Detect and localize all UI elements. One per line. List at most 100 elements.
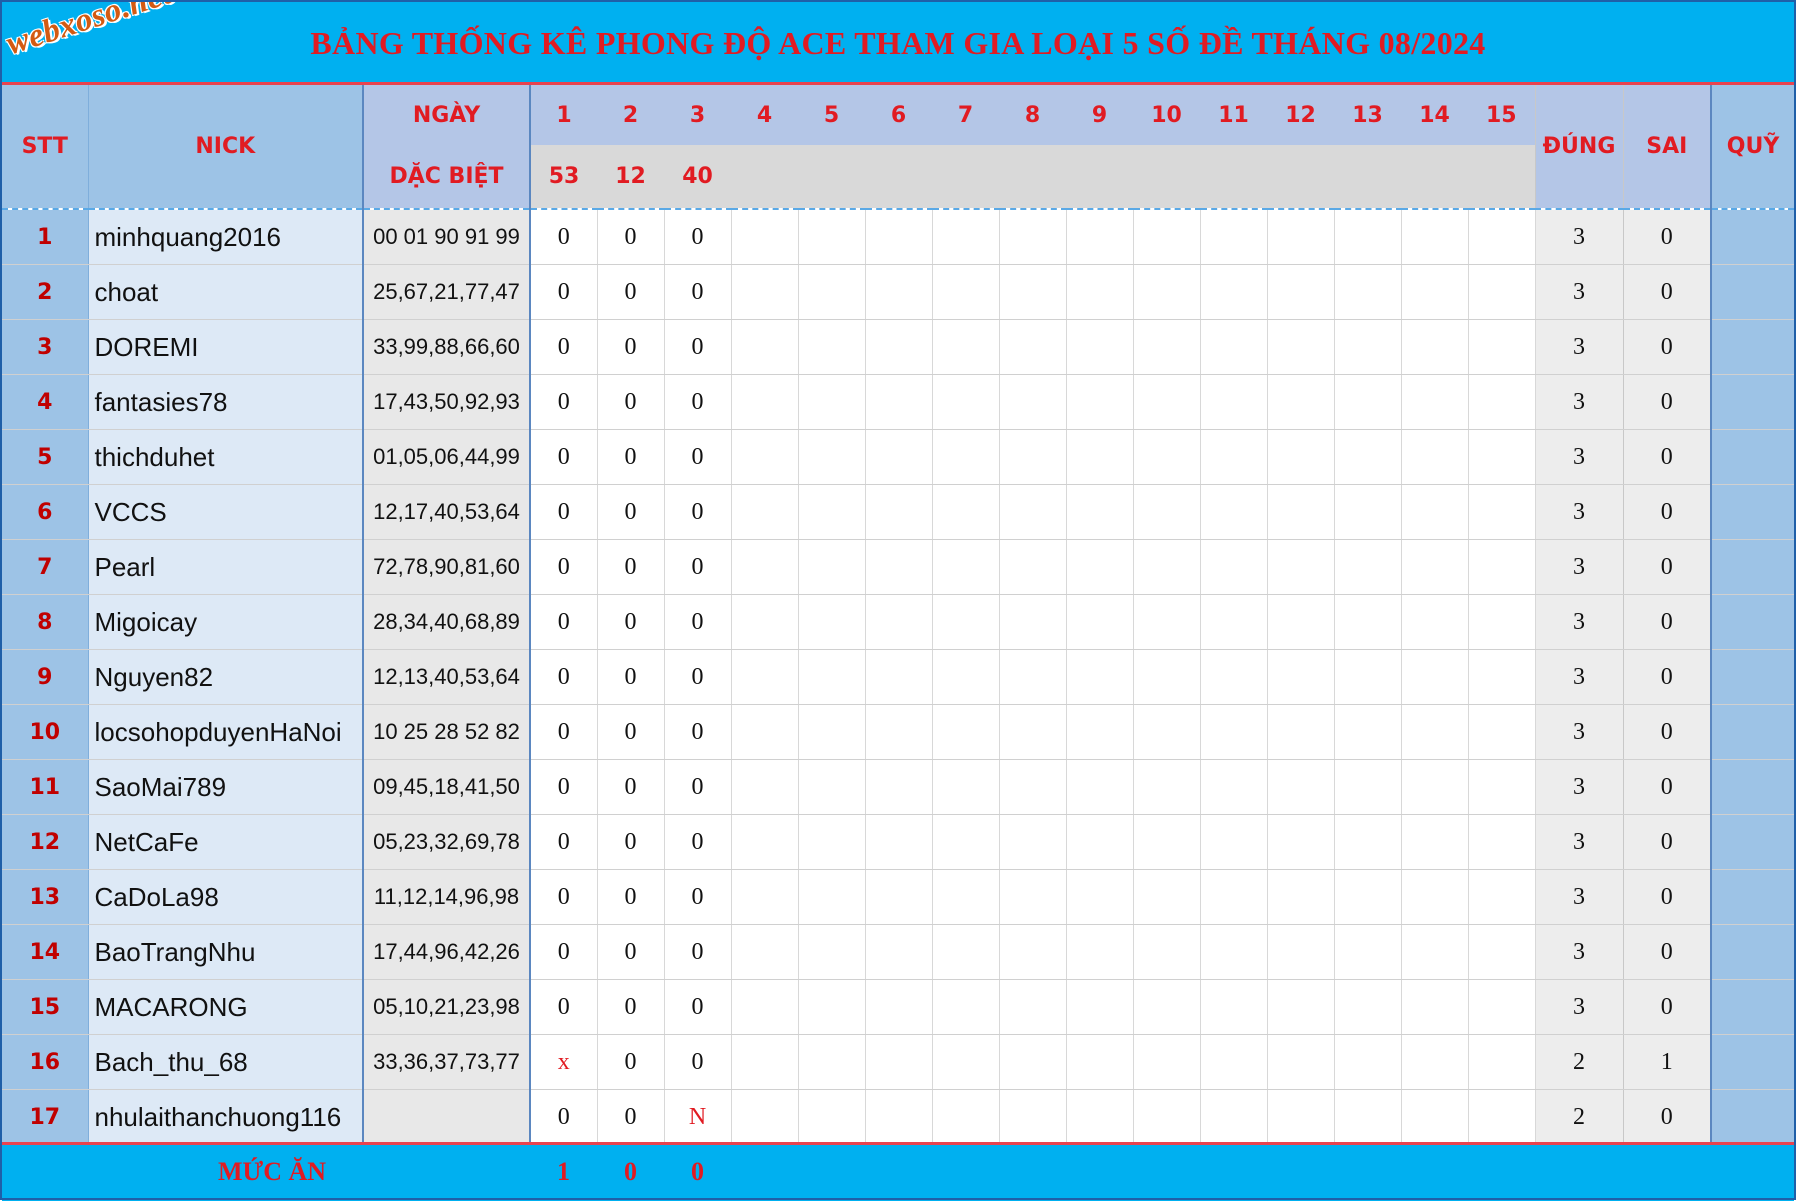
row-day-result[interactable] <box>999 594 1067 650</box>
row-day-result[interactable]: 0 <box>597 979 665 1035</box>
row-day-result[interactable] <box>1066 924 1134 980</box>
row-day-result[interactable]: 0 <box>597 374 665 430</box>
row-day-result[interactable] <box>1133 979 1201 1035</box>
row-day-result[interactable] <box>1200 484 1268 540</box>
row-nick[interactable]: nhulaithanchuong116 <box>88 1089 364 1145</box>
row-dung[interactable]: 3 <box>1534 814 1623 870</box>
row-quy[interactable] <box>1710 264 1794 320</box>
row-day-result[interactable] <box>865 539 933 595</box>
row-day-result[interactable] <box>1401 1089 1469 1145</box>
row-sai[interactable]: 0 <box>1622 1089 1711 1145</box>
row-dung[interactable]: 3 <box>1534 924 1623 980</box>
row-day-result[interactable]: x <box>530 1034 598 1090</box>
row-day-result[interactable] <box>1133 704 1201 760</box>
row-day-result[interactable] <box>1133 924 1201 980</box>
row-day-result[interactable] <box>999 759 1067 815</box>
row-day-result[interactable]: 0 <box>597 869 665 925</box>
row-day-result[interactable] <box>1133 759 1201 815</box>
row-day-result[interactable] <box>1468 814 1536 870</box>
row-numbers[interactable]: 28,34,40,68,89 <box>363 594 531 650</box>
row-day-result[interactable] <box>1334 264 1402 320</box>
row-day-result[interactable]: 0 <box>597 814 665 870</box>
row-day-result[interactable] <box>1133 319 1201 375</box>
row-numbers[interactable]: 33,99,88,66,60 <box>363 319 531 375</box>
row-day-result[interactable] <box>1133 374 1201 430</box>
row-sai[interactable]: 0 <box>1622 594 1711 650</box>
row-day-result[interactable] <box>1401 979 1469 1035</box>
row-day-result[interactable] <box>1468 319 1536 375</box>
row-day-result[interactable] <box>1133 814 1201 870</box>
row-day-result[interactable] <box>1133 484 1201 540</box>
row-day-result[interactable] <box>932 264 1000 320</box>
row-day-result[interactable] <box>1133 264 1201 320</box>
row-day-result[interactable] <box>798 484 866 540</box>
row-day-result[interactable] <box>1468 649 1536 705</box>
row-day-result[interactable] <box>932 594 1000 650</box>
row-day-result[interactable] <box>932 814 1000 870</box>
row-sai[interactable]: 0 <box>1622 759 1711 815</box>
row-day-result[interactable] <box>731 264 799 320</box>
row-day-result[interactable] <box>1468 484 1536 540</box>
row-stt[interactable]: 7 <box>2 539 89 595</box>
row-day-result[interactable] <box>798 539 866 595</box>
row-day-result[interactable] <box>1468 979 1536 1035</box>
row-nick[interactable]: NetCaFe <box>88 814 364 870</box>
row-day-result[interactable] <box>1200 649 1268 705</box>
row-day-result[interactable] <box>1066 594 1134 650</box>
row-day-result[interactable] <box>1066 209 1134 265</box>
row-day-result[interactable] <box>932 429 1000 485</box>
row-day-result[interactable] <box>1066 869 1134 925</box>
row-day-result[interactable] <box>1200 759 1268 815</box>
row-day-result[interactable] <box>865 924 933 980</box>
row-nick[interactable]: choat <box>88 264 364 320</box>
row-sai[interactable]: 0 <box>1622 924 1711 980</box>
row-stt[interactable]: 11 <box>2 759 89 815</box>
row-day-result[interactable] <box>1200 319 1268 375</box>
row-day-result[interactable]: 0 <box>664 869 732 925</box>
row-day-result[interactable]: 0 <box>597 1089 665 1145</box>
row-day-result[interactable] <box>1401 704 1469 760</box>
row-day-result[interactable] <box>932 1089 1000 1145</box>
row-day-result[interactable]: 0 <box>530 429 598 485</box>
row-numbers[interactable]: 10 25 28 52 82 <box>363 704 531 760</box>
row-day-result[interactable] <box>1066 759 1134 815</box>
row-day-result[interactable] <box>999 264 1067 320</box>
row-numbers[interactable]: 00 01 90 91 99 <box>363 209 531 265</box>
row-day-result[interactable]: 0 <box>664 594 732 650</box>
row-sai[interactable]: 0 <box>1622 429 1711 485</box>
row-day-result[interactable]: 0 <box>530 869 598 925</box>
row-day-result[interactable] <box>1334 209 1402 265</box>
row-day-result[interactable] <box>1066 429 1134 485</box>
row-quy[interactable] <box>1710 759 1794 815</box>
row-day-result[interactable] <box>1200 979 1268 1035</box>
row-day-result[interactable]: 0 <box>530 759 598 815</box>
row-day-result[interactable] <box>865 429 933 485</box>
row-dung[interactable]: 3 <box>1534 759 1623 815</box>
row-sai[interactable]: 0 <box>1622 869 1711 925</box>
row-day-result[interactable] <box>1133 539 1201 595</box>
row-day-result[interactable] <box>1267 979 1335 1035</box>
row-dung[interactable]: 3 <box>1534 319 1623 375</box>
row-day-result[interactable]: N <box>664 1089 732 1145</box>
row-dung[interactable]: 3 <box>1534 484 1623 540</box>
row-day-result[interactable] <box>731 869 799 925</box>
row-day-result[interactable] <box>731 539 799 595</box>
row-stt[interactable]: 3 <box>2 319 89 375</box>
row-day-result[interactable] <box>932 649 1000 705</box>
row-day-result[interactable] <box>798 979 866 1035</box>
row-dung[interactable]: 3 <box>1534 429 1623 485</box>
row-day-result[interactable] <box>1401 814 1469 870</box>
row-day-result[interactable] <box>1133 1089 1201 1145</box>
row-day-result[interactable] <box>1267 374 1335 430</box>
row-day-result[interactable] <box>1133 1034 1201 1090</box>
row-day-result[interactable] <box>731 759 799 815</box>
row-nick[interactable]: Migoicay <box>88 594 364 650</box>
row-sai[interactable]: 1 <box>1622 1034 1711 1090</box>
row-day-result[interactable] <box>1066 484 1134 540</box>
row-day-result[interactable] <box>798 1034 866 1090</box>
row-day-result[interactable] <box>1468 594 1536 650</box>
row-day-result[interactable] <box>798 869 866 925</box>
row-day-result[interactable]: 0 <box>597 649 665 705</box>
row-day-result[interactable] <box>865 979 933 1035</box>
row-day-result[interactable] <box>1334 1034 1402 1090</box>
